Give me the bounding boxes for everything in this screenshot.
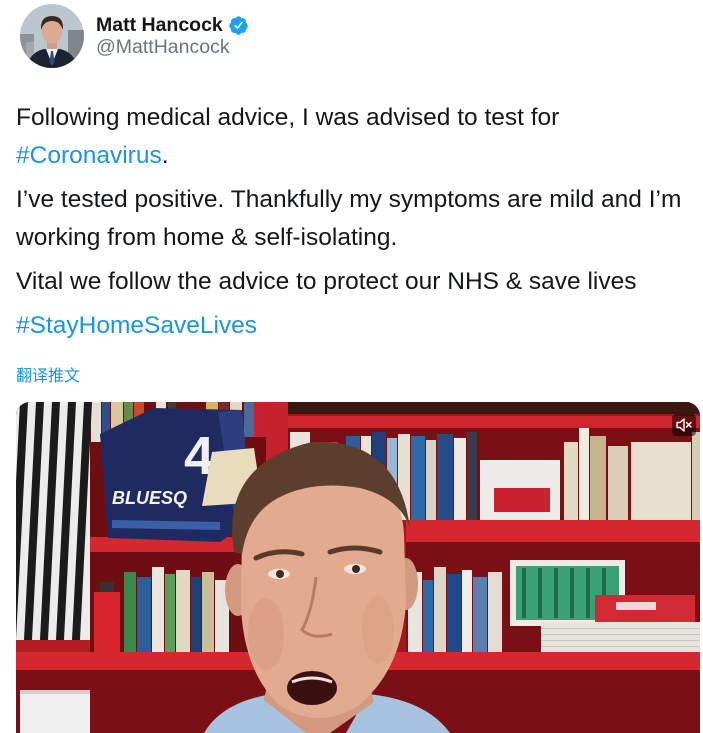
paper-stack bbox=[541, 622, 700, 652]
book-spine bbox=[462, 570, 472, 652]
shelf-plank bbox=[16, 640, 90, 652]
jersey-sponsor-text: BLUESQ bbox=[112, 488, 187, 508]
book-spine bbox=[152, 567, 164, 652]
book-spine bbox=[191, 577, 201, 652]
book-spine bbox=[244, 402, 254, 437]
verified-badge-icon bbox=[229, 15, 248, 35]
book-spine bbox=[165, 574, 175, 652]
book-spine bbox=[202, 572, 214, 652]
video-frame: 4 BLUESQ bbox=[16, 402, 700, 733]
book-spine bbox=[254, 402, 266, 437]
right-pupil bbox=[352, 565, 360, 573]
tweet-paragraph-2: I’ve tested positive. Thankfully my symp… bbox=[16, 186, 682, 251]
verified-badge-shape bbox=[229, 15, 248, 35]
tweet-text: Following medical advice, I was advised … bbox=[16, 99, 696, 351]
book-spine bbox=[426, 440, 436, 520]
speaker-muted-icon bbox=[676, 418, 692, 432]
speaker-shape bbox=[676, 418, 685, 432]
box-edge bbox=[20, 690, 90, 694]
book-spine bbox=[564, 442, 578, 520]
hashtag-link[interactable]: #StayHomeSaveLives bbox=[16, 312, 257, 339]
box-label bbox=[616, 602, 656, 610]
paper-edge bbox=[541, 640, 700, 641]
book-spine bbox=[91, 402, 101, 442]
book-spine bbox=[454, 438, 466, 520]
cheek-shadow bbox=[362, 596, 394, 664]
red-bottle bbox=[94, 592, 120, 652]
book-spine bbox=[488, 572, 502, 652]
book-spine bbox=[631, 442, 691, 520]
tweet-paragraph-3: Vital we follow the advice to protect ou… bbox=[16, 268, 637, 295]
book-spine bbox=[124, 572, 136, 652]
book-spine bbox=[608, 446, 628, 520]
avatar-building bbox=[68, 30, 84, 68]
left-pupil bbox=[276, 570, 284, 578]
tweet-text-segment: Following medical advice, I was advised … bbox=[16, 104, 560, 131]
avatar-photo bbox=[20, 4, 84, 68]
book-spine bbox=[423, 580, 433, 652]
book-spine bbox=[590, 436, 606, 520]
video-player[interactable]: 4 BLUESQ bbox=[16, 402, 700, 733]
open-mouth bbox=[287, 671, 337, 705]
book-spine bbox=[137, 577, 151, 652]
shelf-plank bbox=[288, 416, 700, 428]
book-spine bbox=[434, 567, 446, 652]
cheek-shadow bbox=[248, 598, 284, 670]
book-spine bbox=[411, 436, 425, 520]
book-spine bbox=[176, 570, 190, 652]
book-spine bbox=[447, 574, 461, 652]
author-handle[interactable]: @MattHancock bbox=[96, 35, 230, 59]
painting-stroke bbox=[554, 568, 558, 618]
book-spine bbox=[473, 577, 487, 652]
tweet-paragraph-4: #StayHomeSaveLives bbox=[16, 307, 696, 345]
tweet-text-segment: . bbox=[161, 142, 169, 169]
red-book bbox=[494, 488, 550, 512]
painting-stroke bbox=[538, 568, 542, 618]
shelf-plank bbox=[406, 520, 700, 542]
mute-button[interactable] bbox=[672, 414, 696, 436]
book-spine bbox=[579, 426, 589, 520]
book-spine bbox=[467, 432, 477, 520]
author-avatar[interactable] bbox=[20, 4, 84, 68]
tweet-paragraph-1: Following medical advice, I was advised … bbox=[16, 99, 696, 175]
white-box bbox=[20, 690, 90, 733]
painting-stroke bbox=[522, 568, 526, 618]
paper-edge bbox=[541, 646, 700, 647]
paper-edge bbox=[541, 634, 700, 635]
hashtag-link[interactable]: #Coronavirus bbox=[16, 142, 162, 169]
paper-edge bbox=[541, 628, 700, 629]
verified-badge-icon bbox=[228, 15, 249, 36]
mute-x-mark bbox=[685, 421, 692, 428]
book-spine bbox=[692, 432, 700, 520]
painting-stroke bbox=[570, 568, 574, 618]
book-spine bbox=[437, 434, 453, 520]
translate-tweet-link[interactable]: 翻译推文 bbox=[16, 366, 80, 386]
painting-stroke bbox=[586, 568, 590, 618]
